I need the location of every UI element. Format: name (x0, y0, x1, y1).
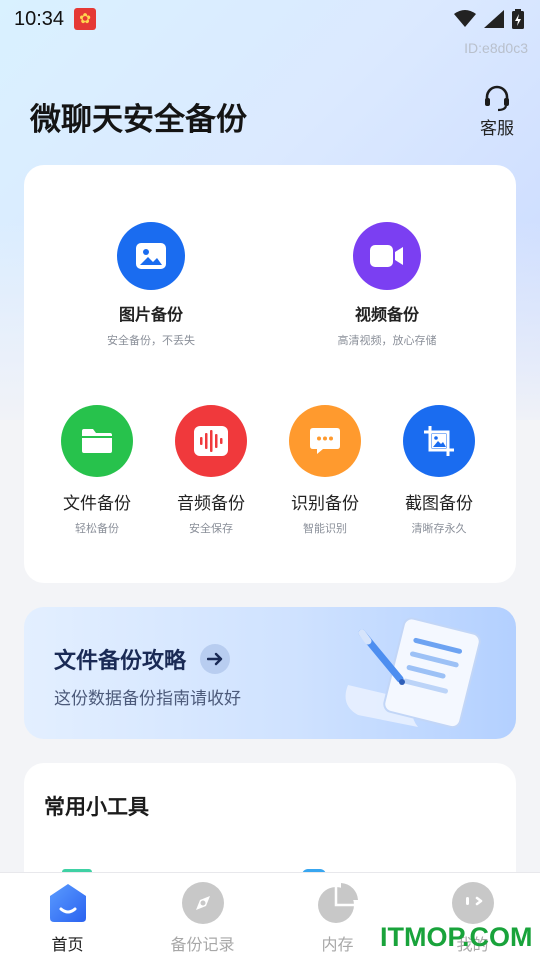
file-backup-sub: 轻松备份 (75, 522, 119, 535)
audio-backup-label: 音频备份 (177, 494, 245, 514)
screenshot-backup-icon-circle (403, 405, 475, 477)
file-backup-label: 文件备份 (63, 494, 131, 514)
video-backup-icon-circle (353, 222, 421, 290)
audio-backup-button[interactable]: 音频备份 安全保存 (154, 405, 268, 536)
image-backup-label: 图片备份 (118, 305, 183, 324)
nav-backup-records-label: 备份记录 (170, 935, 235, 954)
video-icon (370, 245, 403, 267)
audio-backup-icon-circle (175, 405, 247, 477)
image-backup-button[interactable]: 图片备份 安全备份，不丢失 (61, 222, 241, 348)
video-backup-label: 视频备份 (354, 305, 419, 324)
folder-icon (82, 429, 112, 453)
recognition-backup-button[interactable]: 识别备份 智能识别 (268, 405, 382, 536)
site-watermark: ITMOP.COM (380, 922, 533, 952)
video-backup-sub: 高清视频，放心存储 (337, 334, 437, 347)
audio-backup-sub: 安全保存 (189, 522, 233, 535)
document-illustration-icon (345, 617, 481, 729)
recognition-backup-label: 识别备份 (291, 494, 359, 514)
pie-chart-icon (316, 881, 360, 925)
chat-bubble-icon (310, 428, 340, 454)
banner-subtitle: 这份数据备份指南请收好 (54, 689, 241, 709)
battery-icon (512, 9, 524, 29)
crop-icon (424, 426, 454, 456)
screenshot-backup-button[interactable]: 截图备份 清晰存永久 (382, 405, 496, 536)
wifi-icon (454, 10, 476, 27)
home-icon (46, 881, 90, 925)
nav-home-label: 首页 (51, 935, 84, 954)
banner-title-row: 文件备份攻略 (54, 643, 231, 675)
banner-title: 文件备份攻略 (54, 649, 187, 674)
customer-service-label: 客服 (480, 119, 514, 139)
screenshot-backup-sub: 清晰存永久 (411, 522, 467, 535)
file-backup-button[interactable]: 文件备份 轻松备份 (40, 405, 154, 536)
notification-app-icon: ✿ (74, 8, 97, 30)
cellular-signal-icon (484, 10, 504, 28)
screenshot-backup-label: 截图备份 (405, 494, 473, 514)
image-backup-sub: 安全备份，不丢失 (107, 334, 195, 347)
recognition-backup-sub: 智能识别 (303, 522, 347, 535)
file-backup-icon-circle (61, 405, 133, 477)
backup-features-card: 图片备份 安全备份，不丢失 视频备份 高清视频，放心存储 文件备份 轻松备份 音… (24, 165, 516, 583)
status-bar: 10:34 ✿ (0, 0, 540, 38)
page-title: 微聊天安全备份 (30, 102, 247, 138)
audio-wave-icon (194, 426, 228, 456)
nav-memory-label: 内存 (321, 935, 354, 954)
arrow-right-icon[interactable] (200, 644, 231, 674)
quick-backup-row: 文件备份 轻松备份 音频备份 安全保存 识别备份 智能识别 截图备份 清晰存永久 (40, 405, 496, 536)
status-indicators (454, 9, 524, 29)
nav-backup-records[interactable]: 备份记录 (135, 873, 270, 960)
recognition-backup-icon-circle (289, 405, 361, 477)
image-backup-icon-circle (117, 222, 185, 290)
headset-icon (485, 85, 509, 112)
video-backup-button[interactable]: 视频备份 高清视频，放心存储 (297, 222, 477, 348)
compass-icon (181, 881, 225, 925)
profile-icon (451, 881, 495, 925)
tools-section-title: 常用小工具 (44, 795, 149, 819)
customer-service-button[interactable]: 客服 (480, 84, 514, 139)
backup-guide-banner[interactable]: 文件备份攻略 这份数据备份指南请收好 (24, 607, 516, 739)
nav-home[interactable]: 首页 (0, 873, 135, 960)
device-id: ID:e8d0c3 (464, 40, 528, 56)
status-time: 10:34 (14, 7, 65, 30)
image-icon (136, 243, 166, 269)
